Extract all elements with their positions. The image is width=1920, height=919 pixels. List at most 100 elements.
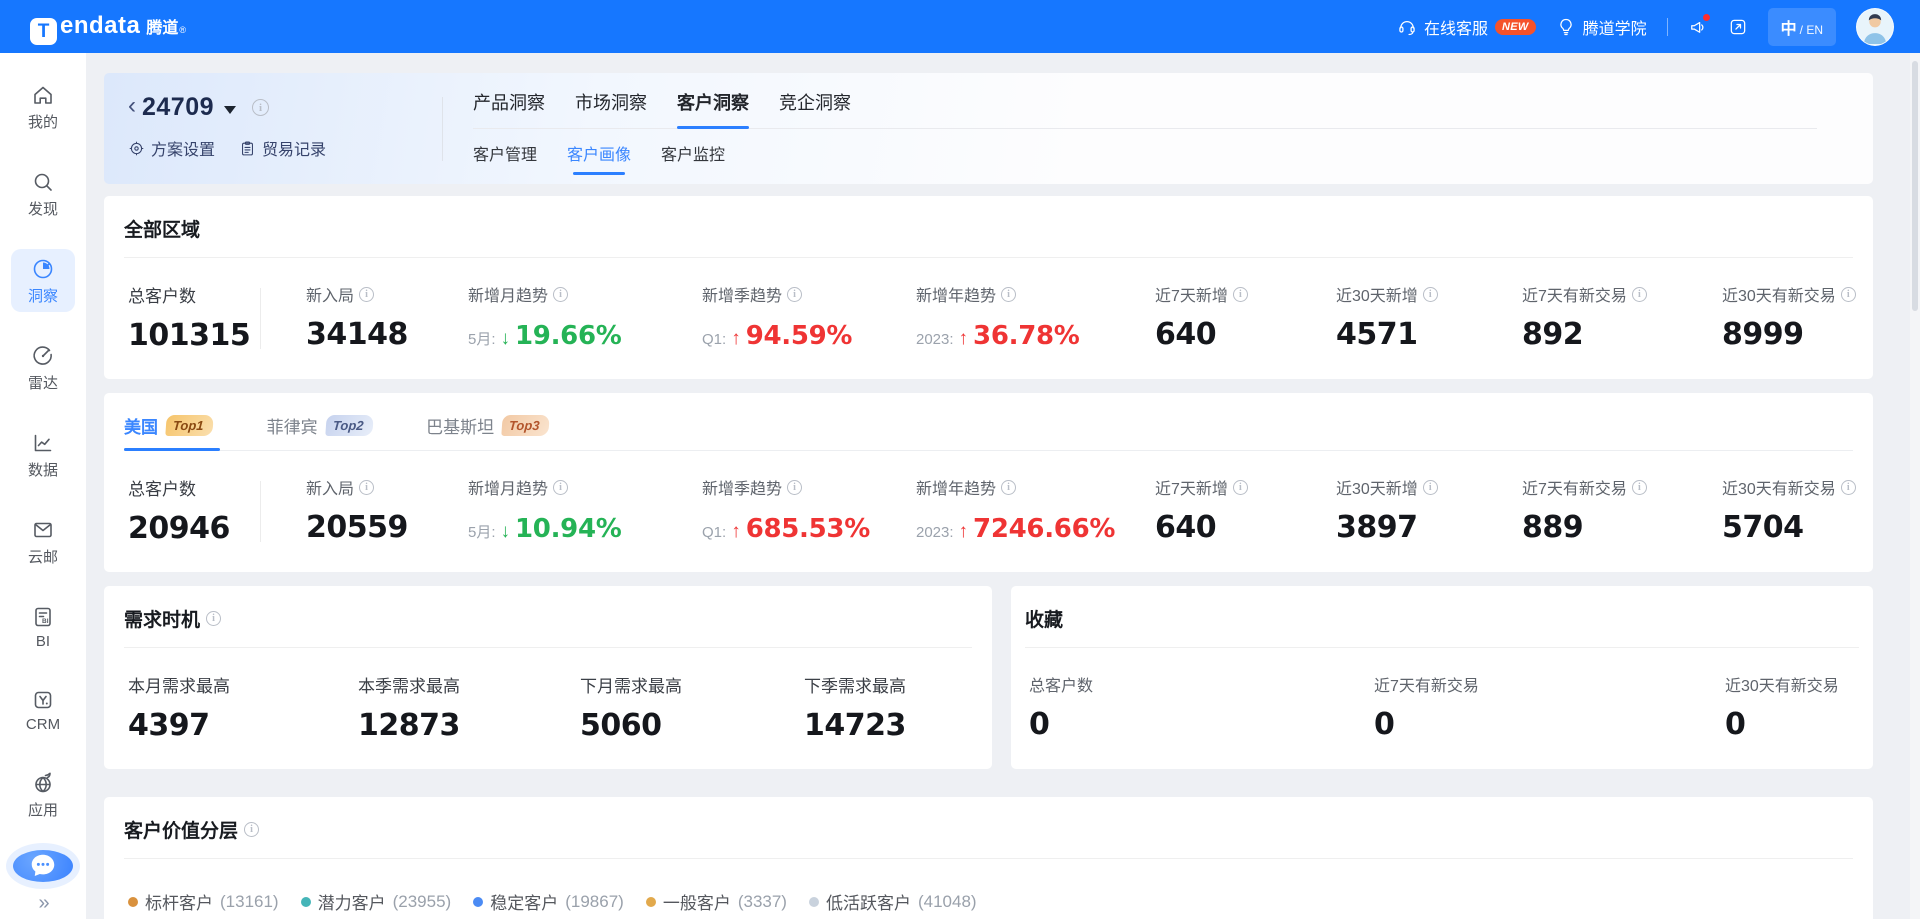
trade-records-button[interactable]: 贸易记录 xyxy=(239,136,326,160)
info-icon[interactable] xyxy=(787,287,802,302)
subtab-customer-management[interactable]: 客户管理 xyxy=(473,141,537,174)
info-icon[interactable] xyxy=(244,822,259,837)
value-tiers-card: 客户价值分层 标杆客户 (13161) 潜力客户 (23955) 稳定客户 (1… xyxy=(104,797,1873,919)
sidebar-item-mine[interactable]: 我的 xyxy=(11,75,75,138)
legend-dot xyxy=(473,897,483,907)
stat-fav-total: 总客户数 0 xyxy=(1029,672,1374,742)
info-icon[interactable] xyxy=(1423,287,1438,302)
stat-new-7d: 近7天新增 640 xyxy=(1155,282,1336,353)
headset-icon xyxy=(1397,17,1417,37)
customer-subtabs: 客户管理 客户画像 客户监控 xyxy=(473,141,1873,174)
info-icon[interactable] xyxy=(1233,287,1248,302)
info-icon[interactable] xyxy=(206,611,221,626)
country-tab-pakistan[interactable]: 巴基斯坦 Top3 xyxy=(426,413,549,450)
academy-button[interactable]: 腾道学院 xyxy=(1556,15,1647,39)
stat-demand-this-quarter: 本季需求最高 12873 xyxy=(358,672,580,743)
expand-icon xyxy=(1728,17,1748,37)
demand-stats: 本月需求最高 4397 本季需求最高 12873 下月需求最高 5060 下季需… xyxy=(124,648,972,769)
sidebar-collapse-button[interactable]: » xyxy=(38,892,47,915)
info-icon[interactable] xyxy=(787,480,802,495)
info-icon[interactable] xyxy=(1841,287,1856,302)
search-icon xyxy=(31,170,55,194)
info-icon[interactable] xyxy=(359,287,374,302)
logo-text: endata xyxy=(60,12,140,40)
main-content: ‹ 24709 方案设置 贸易记录 xyxy=(86,53,1920,919)
stat-trade-7d: 近7天有新交易 889 xyxy=(1522,475,1722,546)
sidebar-item-cloudmail[interactable]: 云邮 xyxy=(11,510,75,573)
chat-support-button[interactable] xyxy=(13,850,73,882)
language-toggle[interactable]: 中 / EN xyxy=(1768,8,1836,46)
info-icon[interactable] xyxy=(1841,480,1856,495)
legend-low-activity-customers[interactable]: 低活跃客户 (41048) xyxy=(809,889,977,914)
tendata-logo[interactable]: T endata 腾道 ® xyxy=(30,12,186,42)
info-icon[interactable] xyxy=(1233,480,1248,495)
online-service-label: 在线客服 xyxy=(1424,15,1488,39)
tab-market-insight[interactable]: 市场洞察 xyxy=(575,89,647,128)
stat-trade-30d: 近30天有新交易 8999 xyxy=(1722,282,1852,353)
plan-id[interactable]: 24709 xyxy=(142,93,214,122)
svg-text:BI: BI xyxy=(42,618,49,625)
country-tab-usa[interactable]: 美国 Top1 xyxy=(124,413,213,450)
country-tab-philippines[interactable]: 菲律宾 Top2 xyxy=(267,413,373,450)
globe-leaf-icon xyxy=(31,771,55,795)
clipboard-icon xyxy=(239,140,256,157)
page-scrollbar[interactable] xyxy=(1910,53,1920,919)
tab-product-insight[interactable]: 产品洞察 xyxy=(473,89,545,128)
info-icon[interactable] xyxy=(1632,287,1647,302)
info-icon[interactable] xyxy=(1001,287,1016,302)
stat-demand-this-month: 本月需求最高 4397 xyxy=(128,672,358,743)
stat-new-entrants: 新入局 20559 xyxy=(306,475,468,546)
announcement-button[interactable] xyxy=(1688,17,1708,37)
tab-customer-insight[interactable]: 客户洞察 xyxy=(677,89,749,128)
sidebar-item-discover[interactable]: 发现 xyxy=(11,162,75,225)
stat-new-30d: 近30天新增 3897 xyxy=(1336,475,1522,546)
info-icon[interactable] xyxy=(252,99,269,116)
language-alt: / EN xyxy=(1800,23,1823,37)
fullscreen-button[interactable] xyxy=(1728,17,1748,37)
legend-dot xyxy=(646,897,656,907)
chevron-down-icon[interactable] xyxy=(224,106,236,114)
subtab-customer-profile[interactable]: 客户画像 xyxy=(567,141,631,174)
logo-registered-mark: ® xyxy=(179,25,186,35)
sidebar-item-apps[interactable]: 应用 xyxy=(11,763,75,826)
stat-yearly-trend: 新增年趋势 2023:↑7246.66% xyxy=(916,475,1155,546)
online-service-button[interactable]: 在线客服 NEW xyxy=(1397,15,1536,39)
info-icon[interactable] xyxy=(1001,480,1016,495)
trend-up-icon: ↑ xyxy=(959,521,969,543)
new-badge: NEW xyxy=(1495,19,1536,35)
top1-badge: Top1 xyxy=(165,415,213,436)
info-icon[interactable] xyxy=(1632,480,1647,495)
plan-settings-button[interactable]: 方案设置 xyxy=(128,136,215,160)
legend-benchmark-customers[interactable]: 标杆客户 (13161) xyxy=(128,889,279,914)
sidebar-item-data[interactable]: 数据 xyxy=(11,423,75,486)
sidebar-item-insight[interactable]: 洞察 xyxy=(11,249,75,312)
stat-new-entrants: 新入局 34148 xyxy=(306,282,468,353)
country-tabs: 美国 Top1 菲律宾 Top2 巴基斯坦 Top3 xyxy=(124,393,1853,451)
value-tiers-title: 客户价值分层 xyxy=(124,797,1853,858)
legend-stable-customers[interactable]: 稳定客户 (19867) xyxy=(473,889,624,914)
subtab-customer-monitoring[interactable]: 客户监控 xyxy=(661,141,725,174)
info-icon[interactable] xyxy=(359,480,374,495)
sidebar-item-bi[interactable]: BI BI xyxy=(11,597,75,656)
back-button[interactable]: ‹ xyxy=(128,94,136,118)
tab-competitor-insight[interactable]: 竞企洞察 xyxy=(779,89,851,128)
legend-potential-customers[interactable]: 潜力客户 (23955) xyxy=(301,889,452,914)
sidebar-item-radar[interactable]: 雷达 xyxy=(11,336,75,399)
stat-trade-30d: 近30天有新交易 5704 xyxy=(1722,475,1852,546)
value-tiers-legend: 标杆客户 (13161) 潜力客户 (23955) 稳定客户 (19867) 一… xyxy=(124,859,1853,914)
info-icon[interactable] xyxy=(553,480,568,495)
mail-icon xyxy=(31,518,55,542)
legend-dot xyxy=(301,897,311,907)
user-avatar[interactable] xyxy=(1856,8,1894,46)
legend-general-customers[interactable]: 一般客户 (3337) xyxy=(646,889,787,914)
settings-icon xyxy=(128,140,145,157)
crm-icon xyxy=(31,688,55,712)
info-icon[interactable] xyxy=(553,287,568,302)
lightbulb-icon xyxy=(1556,17,1576,37)
legend-dot xyxy=(809,897,819,907)
academy-label: 腾道学院 xyxy=(1583,15,1647,39)
scrollbar-thumb[interactable] xyxy=(1912,61,1918,311)
radar-icon xyxy=(31,344,55,368)
sidebar-item-crm[interactable]: CRM xyxy=(11,680,75,739)
info-icon[interactable] xyxy=(1423,480,1438,495)
